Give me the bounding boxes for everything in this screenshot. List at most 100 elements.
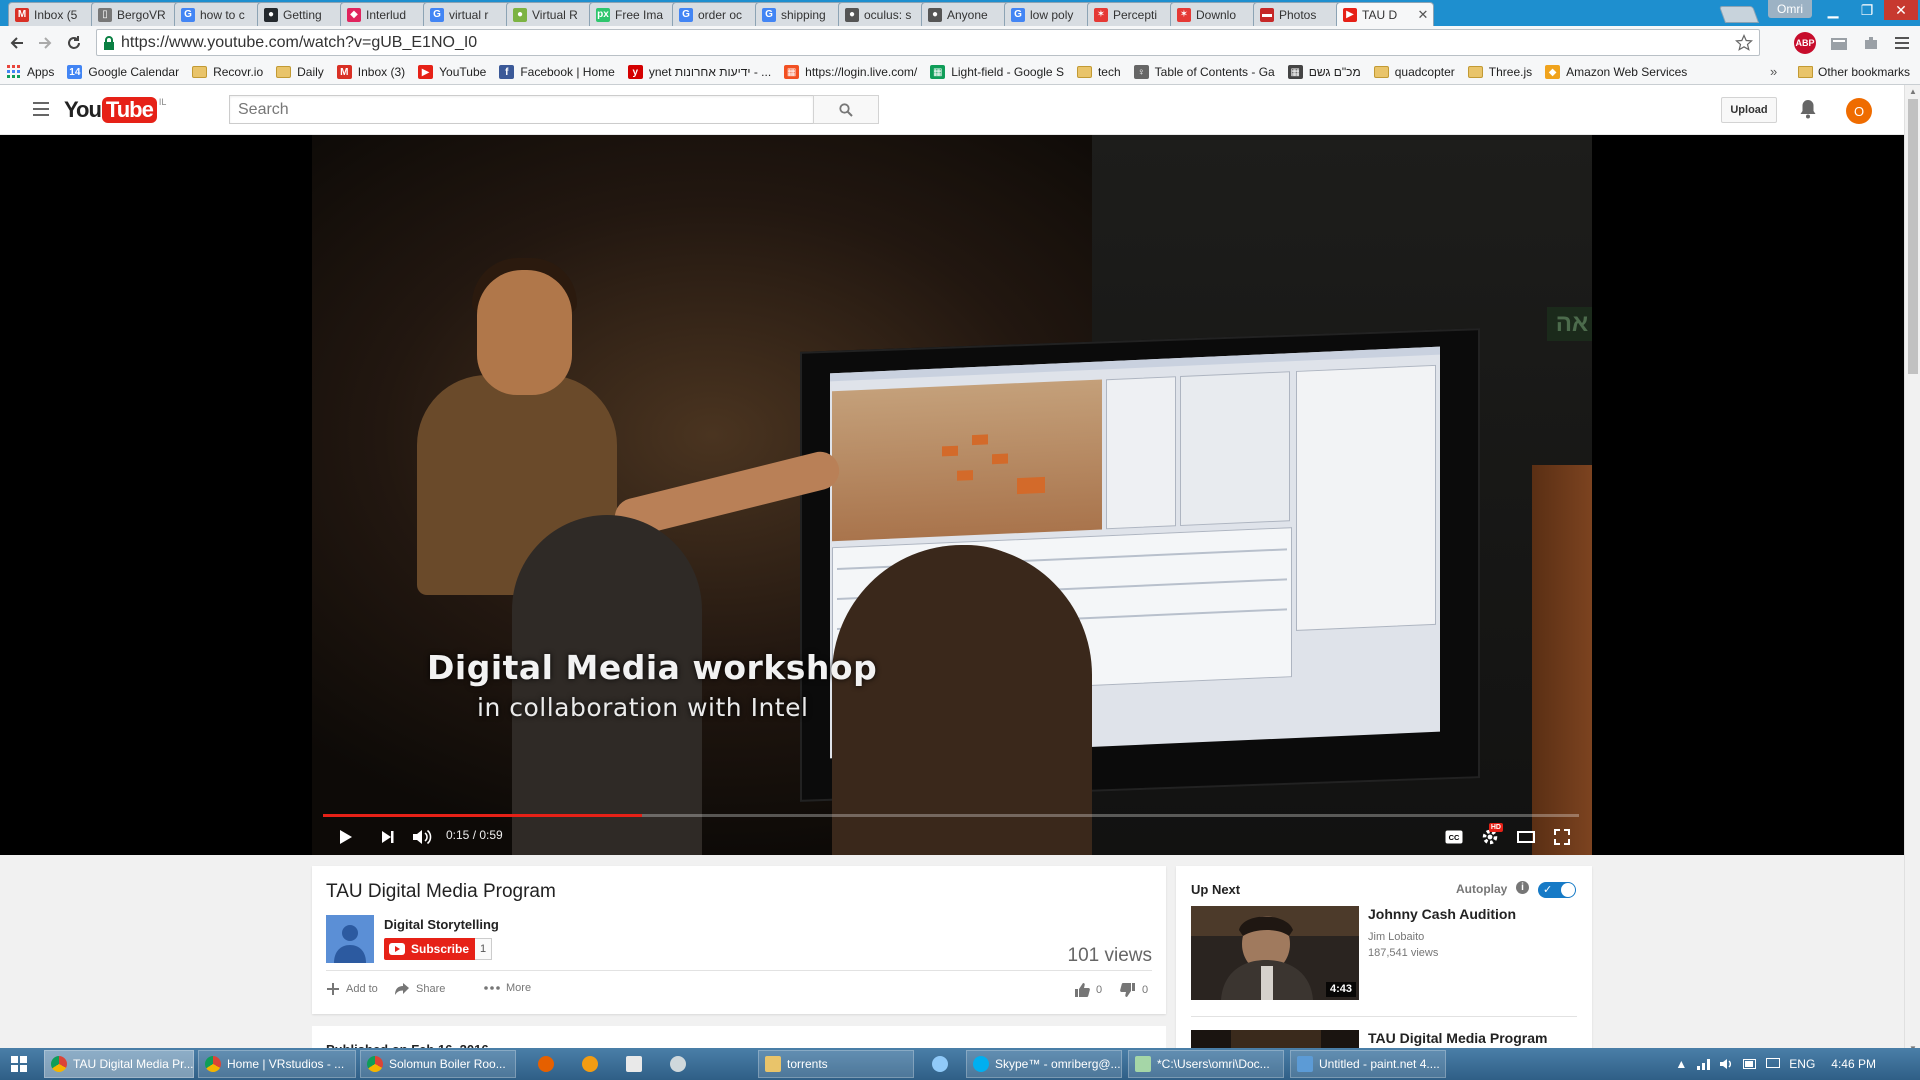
- adblock-icon[interactable]: ABP: [1794, 32, 1816, 54]
- taskbar-pinned-app[interactable]: [618, 1050, 650, 1078]
- tab-close-icon[interactable]: ✕: [1417, 8, 1429, 21]
- share-button[interactable]: Share: [394, 982, 445, 996]
- up-next-title[interactable]: Johnny Cash Audition: [1368, 906, 1516, 922]
- search-button[interactable]: [813, 95, 879, 124]
- add-to-button[interactable]: Add to: [326, 982, 378, 996]
- taskbar-window-button[interactable]: torrents: [758, 1050, 914, 1078]
- autoplay-toggle[interactable]: ✓: [1538, 882, 1576, 898]
- bookmark-item[interactable]: Apps: [6, 65, 54, 79]
- bookmark-item[interactable]: f Facebook | Home: [499, 65, 615, 79]
- subscribe-button[interactable]: Subscribe: [384, 938, 476, 960]
- progress-bar[interactable]: [323, 814, 1579, 817]
- captions-button[interactable]: CC: [1440, 825, 1468, 849]
- bookmark-item[interactable]: Three.js: [1467, 65, 1532, 79]
- more-button[interactable]: More: [484, 982, 531, 994]
- recommended-title[interactable]: TAU Digital Media Program: [1368, 1030, 1547, 1046]
- bookmark-item[interactable]: ◆ Amazon Web Services: [1545, 65, 1687, 79]
- video-frame[interactable]: אה Digital Media workshop in collaborati…: [312, 135, 1592, 855]
- notifications-bell-icon[interactable]: [1799, 98, 1817, 120]
- fullscreen-button[interactable]: [1548, 825, 1576, 849]
- taskbar-pinned-app[interactable]: [662, 1050, 694, 1078]
- other-bookmarks-button[interactable]: Other bookmarks: [1798, 60, 1910, 84]
- toggle-knob: [1561, 883, 1575, 897]
- bookmark-item[interactable]: Recovr.io: [192, 65, 263, 79]
- bookmark-item[interactable]: 14 Google Calendar: [67, 65, 179, 79]
- taskbar-item-label: Home | VRstudios - ...: [227, 1057, 345, 1071]
- url-text: https://www.youtube.com/watch?v=gUB_E1NO…: [121, 33, 478, 51]
- volume-button[interactable]: [408, 825, 436, 849]
- more-dots-icon: [484, 986, 500, 990]
- taskbar-pinned-app[interactable]: [924, 1050, 956, 1078]
- play-button[interactable]: [332, 825, 360, 849]
- bookmark-item[interactable]: ▶ YouTube: [418, 65, 486, 79]
- next-button[interactable]: [374, 825, 402, 849]
- bookmark-label: Amazon Web Services: [1566, 65, 1688, 79]
- page-scrollbar[interactable]: ▲ ▼: [1904, 85, 1920, 1055]
- upload-button[interactable]: Upload: [1721, 97, 1777, 123]
- taskbar-window-button[interactable]: Solomun Boiler Roo...: [360, 1050, 516, 1078]
- taskbar-window-button[interactable]: TAU Digital Media Pr...: [44, 1050, 194, 1078]
- bookmark-item[interactable]: tech: [1076, 65, 1121, 79]
- bookmarks-overflow-button[interactable]: »: [1770, 64, 1777, 79]
- taskbar-window-button[interactable]: *C:\Users\omri\Doc...: [1128, 1050, 1284, 1078]
- reload-button[interactable]: [63, 32, 85, 54]
- video-player[interactable]: אה Digital Media workshop in collaborati…: [0, 135, 1904, 855]
- account-avatar[interactable]: O: [1846, 98, 1872, 124]
- restore-button[interactable]: ❐: [1850, 0, 1884, 20]
- bookmark-item[interactable]: ▦ Light-field - Google S: [930, 65, 1064, 79]
- taskbar-window-button[interactable]: Home | VRstudios - ...: [198, 1050, 356, 1078]
- folder-icon: [276, 66, 292, 78]
- channel-name-link[interactable]: Digital Storytelling: [384, 917, 499, 932]
- like-button[interactable]: 0: [1074, 982, 1102, 998]
- forward-button[interactable]: [34, 32, 56, 54]
- extension-icon[interactable]: [1828, 32, 1850, 54]
- tab-active[interactable]: ▶ TAU D ✕: [1336, 2, 1434, 27]
- guide-menu-icon[interactable]: [33, 102, 49, 116]
- video-thumbnail[interactable]: 4:43: [1191, 906, 1359, 1000]
- up-next-channel: Jim Lobaito: [1368, 931, 1425, 943]
- extension-puzzle-icon[interactable]: [1860, 32, 1882, 54]
- youtube-logo[interactable]: You Tube IL: [64, 97, 166, 123]
- action-center-icon[interactable]: [1766, 1057, 1781, 1071]
- dislike-button[interactable]: 0: [1120, 982, 1148, 998]
- volume-tray-icon[interactable]: [1720, 1057, 1734, 1071]
- profile-badge[interactable]: Omri: [1768, 0, 1812, 18]
- folder-icon: [765, 1056, 781, 1072]
- bookmark-item[interactable]: ▦ https://login.live.com/: [784, 65, 917, 79]
- taskbar-window-button[interactable]: Untitled - paint.net 4....: [1290, 1050, 1446, 1078]
- chrome-menu-icon[interactable]: [1892, 32, 1914, 54]
- bookmark-item[interactable]: ♀ Table of Contents - Ga: [1133, 65, 1275, 79]
- new-tab-button[interactable]: [1718, 6, 1760, 23]
- channel-avatar[interactable]: [326, 915, 374, 963]
- tray-up-arrow-icon[interactable]: ▲: [1674, 1057, 1688, 1071]
- clock[interactable]: 4:46 PM: [1831, 1057, 1876, 1071]
- minimize-button[interactable]: ▁: [1816, 0, 1850, 20]
- battery-icon[interactable]: [1743, 1057, 1757, 1071]
- up-next-item[interactable]: 4:43 Johnny Cash Audition Jim Lobaito 18…: [1191, 906, 1581, 1002]
- info-icon[interactable]: i: [1516, 881, 1529, 894]
- close-window-button[interactable]: ✕: [1884, 0, 1918, 20]
- network-icon[interactable]: [1697, 1057, 1711, 1071]
- bookmark-item[interactable]: y ynet ידיעות אחרונות - ...: [627, 65, 771, 79]
- scrollbar-thumb[interactable]: [1908, 99, 1918, 374]
- bookmark-star-icon[interactable]: [1735, 34, 1753, 52]
- reload-icon: [68, 36, 80, 49]
- back-button[interactable]: [6, 32, 28, 54]
- address-bar[interactable]: https://www.youtube.com/watch?v=gUB_E1NO…: [96, 29, 1760, 56]
- bookmark-item[interactable]: quadcopter: [1373, 65, 1455, 79]
- logo-you-text: You: [64, 97, 102, 122]
- taskbar-pinned-app[interactable]: [530, 1050, 562, 1078]
- settings-button[interactable]: HD: [1476, 823, 1504, 849]
- progress-played: [323, 814, 643, 817]
- bookmark-item[interactable]: M Inbox (3): [336, 65, 405, 79]
- start-button[interactable]: [0, 1048, 38, 1080]
- dislike-count: 0: [1142, 984, 1149, 996]
- bookmark-item[interactable]: ▦ מכ"ם גשם: [1287, 65, 1361, 79]
- taskbar-pinned-app[interactable]: [574, 1050, 606, 1078]
- scroll-up-arrow-icon[interactable]: ▲: [1909, 87, 1917, 96]
- language-indicator[interactable]: ENG: [1789, 1057, 1815, 1071]
- taskbar-window-button[interactable]: Skype™ - omriberg@...: [966, 1050, 1122, 1078]
- search-input[interactable]: [229, 95, 814, 124]
- bookmark-item[interactable]: Daily: [276, 65, 324, 79]
- theater-mode-button[interactable]: [1512, 825, 1540, 849]
